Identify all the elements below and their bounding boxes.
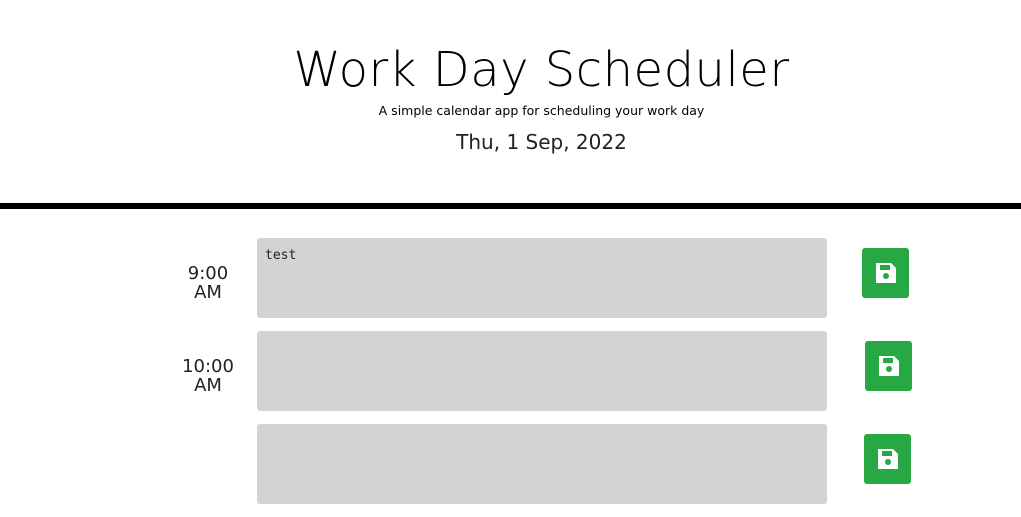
event-description-input[interactable]	[257, 424, 827, 504]
page-subtitle: A simple calendar app for scheduling you…	[378, 103, 705, 118]
page-title: Work Day Scheduler	[293, 42, 790, 98]
time-block	[0, 424, 1021, 517]
floppy-disk-icon	[876, 447, 900, 471]
time-block-list: 9:00 AM 10:00 AM	[0, 238, 1021, 517]
hour-label-meridiem: AM	[194, 282, 222, 303]
time-block: 10:00 AM	[0, 331, 1021, 424]
header-divider	[0, 203, 1021, 209]
hour-label: 9:00 AM	[170, 264, 246, 302]
save-button[interactable]	[862, 248, 909, 298]
hour-label-time: 9:00	[187, 263, 229, 284]
hour-label-meridiem: AM	[194, 375, 222, 396]
hour-label: 10:00 AM	[170, 357, 246, 395]
time-block: 9:00 AM	[0, 238, 1021, 331]
event-description-input[interactable]	[257, 238, 827, 318]
event-description-input[interactable]	[257, 331, 827, 411]
hour-label-time: 10:00	[182, 356, 234, 377]
current-day: Thu, 1 Sep, 2022	[456, 130, 627, 154]
save-button[interactable]	[864, 434, 911, 484]
header: Work Day Scheduler A simple calendar app…	[0, 0, 1021, 203]
floppy-disk-icon	[877, 354, 901, 378]
floppy-disk-icon	[874, 261, 898, 285]
save-button[interactable]	[865, 341, 912, 391]
